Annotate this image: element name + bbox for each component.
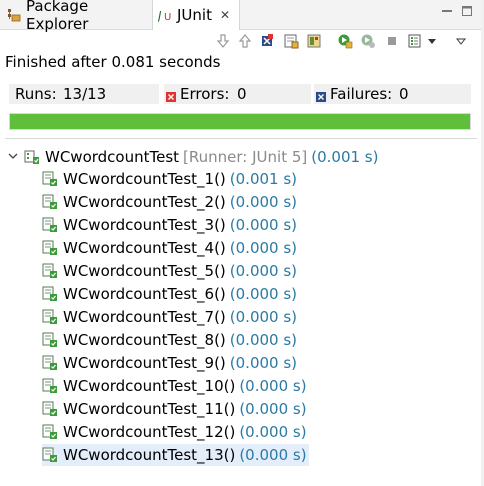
test-ok-icon [42,171,58,187]
tab-label: Package Explorer [26,0,89,33]
test-progress-bar [9,113,471,130]
test-case-time: (0.000 s) [229,262,298,280]
root-test-time: (0.001 s) [311,148,379,166]
test-case-time: (0.000 s) [229,285,298,303]
test-case-row[interactable]: WCwordcountTest_7() (0.000 s) [42,306,297,328]
tree-root-row[interactable]: WCwordcountTest [Runner: JUnit 5] (0.001… [6,146,378,168]
test-case-name: WCwordcountTest_1() [63,170,226,188]
test-case-name: WCwordcountTest_11() [63,400,236,418]
next-failure-icon[interactable] [214,32,232,50]
test-case-row[interactable]: WCwordcountTest_12() (0.000 s) [42,421,307,443]
tab-label: JUnit [177,6,212,24]
test-case-row[interactable]: WCwordcountTest_2() (0.000 s) [42,191,297,213]
svg-text:J: J [158,9,162,22]
error-icon [166,88,176,106]
test-case-name: WCwordcountTest_10() [63,377,236,395]
test-suite-ok-icon [24,149,40,165]
test-case-row[interactable]: WCwordcountTest_1() (0.001 s) [42,168,297,190]
test-case-name: WCwordcountTest_5() [63,262,226,280]
test-ok-icon [42,332,58,348]
root-test-name: WCwordcountTest [45,148,180,166]
test-ok-icon [42,355,58,371]
test-case-row[interactable]: WCwordcountTest_6() (0.000 s) [42,283,297,305]
test-case-row[interactable]: WCwordcountTest_10() (0.000 s) [42,375,307,397]
test-case-time: (0.000 s) [229,331,298,349]
test-case-time: (0.000 s) [239,446,307,464]
test-case-name: WCwordcountTest_4() [63,239,226,257]
test-ok-icon [42,286,58,302]
test-case-row[interactable]: WCwordcountTest_13() (0.000 s) [42,444,309,466]
test-case-time: (0.001 s) [229,170,298,188]
history-dropdown-icon[interactable] [426,32,438,50]
errors-value: 0 [237,85,247,103]
test-case-time: (0.000 s) [229,193,298,211]
rerun-failed-icon[interactable] [359,32,377,50]
failures-value: 0 [399,85,409,103]
view-menu-icon[interactable] [455,32,467,50]
layout-icon[interactable] [305,32,323,50]
test-case-time: (0.000 s) [239,423,307,441]
test-ok-icon [42,309,58,325]
test-ok-icon [42,378,58,394]
view-tab-bar: Package Explorer J U JUnit ✕ [0,0,484,33]
runner-label: [Runner: JUnit 5] [183,148,308,166]
test-case-name: WCwordcountTest_3() [63,216,226,234]
test-case-name: WCwordcountTest_12() [63,423,236,441]
package-explorer-icon [7,8,21,22]
svg-text:U: U [164,12,171,22]
test-ok-icon [42,240,58,256]
history-icon[interactable] [406,32,424,50]
test-case-row[interactable]: WCwordcountTest_4() (0.000 s) [42,237,297,259]
test-case-name: WCwordcountTest_2() [63,193,226,211]
test-case-row[interactable]: WCwordcountTest_3() (0.000 s) [42,214,297,236]
test-case-row[interactable]: WCwordcountTest_8() (0.000 s) [42,329,297,351]
junit-icon: J U [156,8,172,23]
junit-toolbar [0,30,484,52]
test-case-name: WCwordcountTest_8() [63,331,226,349]
test-case-time: (0.000 s) [229,308,298,326]
test-case-row[interactable]: WCwordcountTest_5() (0.000 s) [42,260,297,282]
errors-label: Errors: [180,85,230,103]
test-case-time: (0.000 s) [229,216,298,234]
test-case-time: (0.000 s) [229,239,298,257]
test-ok-icon [42,424,58,440]
test-case-row[interactable]: WCwordcountTest_11() (0.000 s) [42,398,307,420]
previous-failure-icon[interactable] [236,32,254,50]
test-case-time: (0.000 s) [229,354,298,372]
failure-icon [316,88,326,106]
test-ok-icon [42,217,58,233]
runs-value: 13/13 [63,85,107,103]
runs-label: Runs: [15,85,57,103]
scroll-lock-icon[interactable] [282,32,300,50]
divider [5,138,477,139]
test-case-name: WCwordcountTest_6() [63,285,226,303]
errors-counter: Errors: 0 [164,84,311,104]
test-case-time: (0.000 s) [239,377,307,395]
stop-icon[interactable] [383,32,401,50]
test-case-name: WCwordcountTest_13() [63,446,236,464]
test-ok-icon [42,401,58,417]
show-failures-only-icon[interactable] [258,32,276,50]
test-ok-icon [42,194,58,210]
failures-label: Failures: [330,85,393,103]
failures-counter: Failures: 0 [314,84,471,104]
maximize-icon[interactable] [461,5,473,20]
counter-panel: Runs: 13/13 Errors: 0 Failures: 0 [9,84,471,104]
run-status-text: Finished after 0.081 seconds [5,53,221,71]
rerun-icon[interactable] [336,32,354,50]
runs-counter: Runs: 13/13 [9,84,159,104]
chevron-down-icon[interactable] [6,150,20,164]
tab-package-explorer[interactable]: Package Explorer [0,0,152,33]
test-case-name: WCwordcountTest_9() [63,354,226,372]
minimize-icon[interactable] [441,5,453,20]
test-case-name: WCwordcountTest_7() [63,308,226,326]
test-ok-icon [42,263,58,279]
test-case-row[interactable]: WCwordcountTest_9() (0.000 s) [42,352,297,374]
close-icon[interactable]: ✕ [220,8,230,22]
test-case-time: (0.000 s) [239,400,307,418]
test-ok-icon [42,447,58,463]
tab-junit[interactable]: J U JUnit ✕ [152,0,240,30]
